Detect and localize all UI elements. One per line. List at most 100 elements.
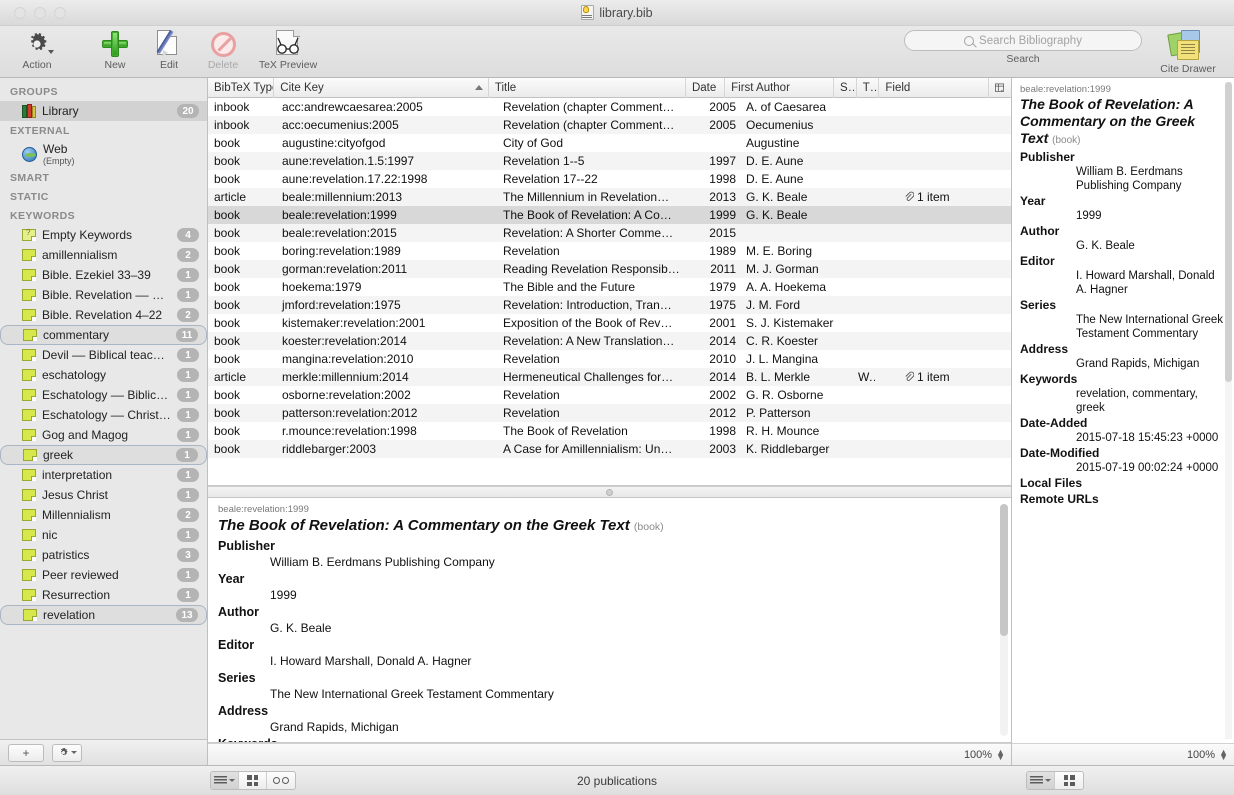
sidebar-item-eschatology[interactable]: eschatology 1 (0, 365, 207, 385)
sidebar-item-count: 1 (177, 368, 199, 382)
splitter-knob[interactable] (606, 488, 613, 496)
tag-icon (22, 429, 36, 441)
cell-field (898, 260, 1011, 278)
delete-button[interactable]: Delete (196, 26, 250, 71)
table-row[interactable]: book beale:revelation:2015 Revelation: A S… (208, 224, 1011, 242)
action-button[interactable]: Action (10, 26, 64, 71)
info-panel-zoom-bar: 100% ▲ ▼ (1012, 743, 1234, 765)
scrollbar-thumb[interactable] (1225, 82, 1232, 382)
cite-drawer-button[interactable]: Cite Drawer (1148, 29, 1228, 75)
sidebar-section-header: SMART (10, 172, 50, 184)
table-row[interactable]: article beale:millennium:2013 The Millenni… (208, 188, 1011, 206)
tag-icon (23, 329, 37, 341)
cell-citekey: acc:oecumenius:2005 (282, 118, 399, 132)
table-row[interactable]: book koester:revelation:2014 Revelation: A… (208, 332, 1011, 350)
sidebar-item-bible-revelation-cr[interactable]: Bible. Revelation –– Cr… 1 (0, 285, 207, 305)
table-row[interactable]: book boring:revelation:1989 Revelation 1989… (208, 242, 1011, 260)
sidebar-item-count: 1 (177, 348, 199, 362)
sidebar-item-empty-keywords[interactable]: Empty Keywords 4 (0, 225, 207, 245)
tag-icon (23, 449, 37, 461)
cell-field (898, 440, 1011, 458)
table-row[interactable]: book augustine:cityofgod City of God August… (208, 134, 1011, 152)
group-list[interactable]: GROUPS Library 20 EXTERNAL Web (Empty) SMART ST… (0, 78, 207, 739)
edit-button[interactable]: Edit (142, 26, 196, 71)
sidebar-item-jesus-christ[interactable]: Jesus Christ 1 (0, 485, 207, 505)
new-button[interactable]: New (88, 26, 142, 71)
sidebar-item-revelation[interactable]: revelation 13 (0, 605, 207, 625)
sidebar-item-amillennialism[interactable]: amillennialism 2 (0, 245, 207, 265)
sidebar-item-bible-ezekiel-33-39[interactable]: Bible. Ezekiel 33–39 1 (0, 265, 207, 285)
sidebar-section-header: GROUPS (10, 86, 58, 98)
column-header-label: Date (691, 81, 717, 94)
cell-date: 2005 (709, 118, 736, 132)
sidebar-item-label: Web (Empty) (43, 142, 199, 166)
horizontal-splitter[interactable] (208, 486, 1011, 498)
table-row[interactable]: book hoekema:1979 The Bible and the Future… (208, 278, 1011, 296)
table-row[interactable]: inbook acc:andrewcaesarea:2005 Revelation … (208, 98, 1011, 116)
preview-field-label: Address (218, 704, 269, 718)
column-header-type[interactable]: BibTeX Type (208, 77, 275, 98)
preview-scrollbar[interactable] (1000, 504, 1008, 736)
add-group-button[interactable]: + (8, 743, 44, 762)
table-row[interactable]: book riddlebarger:2003 A Case for Amillenn… (208, 440, 1011, 458)
scrollbar-thumb[interactable] (1000, 504, 1008, 636)
table-header[interactable]: BibTeX Type Cite Key Title Date First Author… (208, 77, 1011, 98)
sidebar-item-millennialism[interactable]: Millennialism 2 (0, 505, 207, 525)
sidebar-item-eschatology-biblical[interactable]: Eschatology –– Biblical… 1 (0, 385, 207, 405)
sidebar-item-library[interactable]: Library 20 (0, 101, 207, 121)
info-panel-content[interactable]: beale:revelation:1999 The Book of Revelat… (1012, 78, 1234, 743)
search-input[interactable]: Search Bibliography (904, 30, 1142, 51)
grid-view-icon[interactable] (1055, 772, 1083, 789)
column-header-date[interactable]: Date (686, 77, 726, 98)
cell-author: D. E. Aune (746, 154, 804, 168)
cell-t (875, 440, 898, 458)
table-row[interactable]: book patterson:revelation:2012 Revelation 2… (208, 404, 1011, 422)
table-row[interactable]: book aune:revelation.1.5:1997 Revelation 1… (208, 152, 1011, 170)
sidebar-item-devil-biblical-teaching[interactable]: Devil –– Biblical teaching 1 (0, 345, 207, 365)
column-header-field[interactable]: Field (879, 77, 990, 98)
table-body[interactable]: inbook acc:andrewcaesarea:2005 Revelation … (208, 98, 1011, 458)
column-header-citekey[interactable]: Cite Key (274, 77, 489, 98)
column-options-icon[interactable] (989, 78, 1011, 98)
sidebar-item-count: 1 (176, 448, 198, 462)
column-header-title[interactable]: Title (489, 77, 686, 98)
table-row[interactable]: book r.mounce:revelation:1998 The Book of … (208, 422, 1011, 440)
cell-field (898, 278, 1011, 296)
table-row[interactable]: book beale:revelation:1999 The Book of Rev… (208, 206, 1011, 224)
group-action-button[interactable] (52, 743, 82, 762)
sidebar-item-nic[interactable]: nic 1 (0, 525, 207, 545)
right-view-mode-group[interactable] (1026, 771, 1084, 790)
sidebar-item-web[interactable]: Web (Empty) (0, 140, 207, 168)
cell-s (852, 296, 875, 314)
table-row[interactable]: book gorman:revelation:2011 Reading Revela… (208, 260, 1011, 278)
table-row[interactable]: article merkle:millennium:2014 Hermeneutic… (208, 368, 1011, 386)
sidebar-item-peer-reviewed[interactable]: Peer reviewed 1 (0, 565, 207, 585)
column-header-s[interactable]: S… (834, 77, 857, 98)
tex-preview-button[interactable]: TeX Preview (250, 26, 326, 71)
sidebar-item-commentary[interactable]: commentary 11 (0, 325, 207, 345)
column-header-author[interactable]: First Author (725, 77, 835, 98)
cell-type: book (214, 136, 241, 150)
table-row[interactable]: book kistemaker:revelation:2001 Exposition… (208, 314, 1011, 332)
table-row[interactable]: book mangina:revelation:2010 Revelation 201… (208, 350, 1011, 368)
sidebar-item-greek[interactable]: greek 1 (0, 445, 207, 465)
info-panel-zoom-stepper[interactable]: ▲ ▼ (1219, 747, 1228, 761)
list-view-icon[interactable] (1027, 772, 1055, 789)
preview-zoom-stepper[interactable]: ▲ ▼ (996, 747, 1005, 761)
sidebar-item-gog-and-magog[interactable]: Gog and Magog 1 (0, 425, 207, 445)
info-panel-scrollbar[interactable] (1225, 82, 1232, 739)
cell-t (875, 314, 898, 332)
sidebar-item-eschatology-christi[interactable]: Eschatology –– Christi… 1 (0, 405, 207, 425)
table-row[interactable]: book aune:revelation.17.22:1998 Revelation… (208, 170, 1011, 188)
sidebar-item-resurrection[interactable]: Resurrection 1 (0, 585, 207, 605)
sidebar-item-interpretation[interactable]: interpretation 1 (0, 465, 207, 485)
cell-t (875, 350, 898, 368)
column-header-t[interactable]: T… (857, 77, 880, 98)
preview-pane[interactable]: beale:revelation:1999 The Book of Revelat… (208, 498, 1011, 743)
sidebar-item-patristics[interactable]: patristics 3 (0, 545, 207, 565)
table-row[interactable]: book jmford:revelation:1975 Revelation: In… (208, 296, 1011, 314)
table-row[interactable]: book osborne:revelation:2002 Revelation 200… (208, 386, 1011, 404)
cell-date: 1999 (709, 208, 736, 222)
sidebar-item-bible-revelation-4-22[interactable]: Bible. Revelation 4–22 2 (0, 305, 207, 325)
table-row[interactable]: inbook acc:oecumenius:2005 Revelation (cha… (208, 116, 1011, 134)
